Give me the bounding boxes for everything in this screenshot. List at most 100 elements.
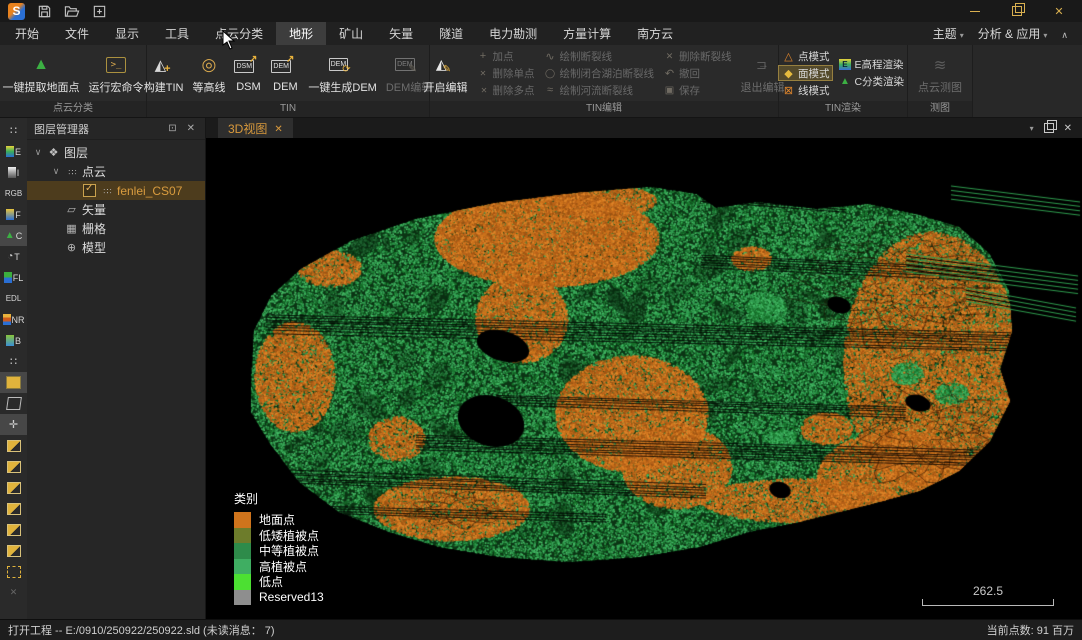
- tool-pan-hand[interactable]: ✛: [0, 414, 27, 435]
- delete-single-point-button[interactable]: 删除单点: [473, 65, 539, 81]
- analysis-apps-menu[interactable]: 分析 & 应用: [972, 24, 1054, 43]
- tab-mining[interactable]: 矿山: [326, 22, 376, 45]
- tab-vector[interactable]: 矢量: [376, 22, 426, 45]
- tab-list-dropdown-icon[interactable]: [1030, 123, 1034, 134]
- close-icon: [1054, 5, 1063, 18]
- tree-item-pointcloud[interactable]: ∨ 点云: [27, 162, 205, 181]
- tab-power-survey[interactable]: 电力勘测: [476, 22, 550, 45]
- undo-button[interactable]: 撤回: [659, 65, 736, 81]
- save-icon[interactable]: [37, 4, 52, 19]
- draw-river-breakline-button[interactable]: 绘制河流断裂线: [540, 82, 659, 98]
- build-tin-button[interactable]: 构建TIN: [140, 46, 188, 100]
- collapse-ribbon-button[interactable]: [1055, 26, 1074, 42]
- expander-icon[interactable]: ∨: [51, 166, 61, 177]
- view-cube-bottom[interactable]: [0, 456, 27, 477]
- tool-perspective[interactable]: [0, 393, 27, 414]
- legend-label: 低矮植被点: [259, 527, 319, 544]
- render-mode-fl[interactable]: FL: [0, 267, 27, 288]
- generate-dem-button[interactable]: 一键生成DEM: [304, 46, 380, 100]
- draw-lake-breakline-button[interactable]: 绘制闭合湖泊断裂线: [540, 65, 659, 81]
- theme-menu[interactable]: 主题: [927, 24, 970, 43]
- open-folder-icon[interactable]: [64, 4, 80, 19]
- run-macro-button[interactable]: 运行宏命令: [85, 46, 148, 100]
- small-button-icon: [663, 85, 676, 96]
- restore-button[interactable]: [1002, 0, 1032, 22]
- view-tab-bar: 3D视图: [206, 118, 1082, 138]
- status-bar: 打开工程 -- E:/0910/250922/250922.sld (未读消息：…: [0, 619, 1082, 640]
- new-project-icon[interactable]: [92, 4, 107, 19]
- expander-icon[interactable]: ∨: [33, 147, 43, 158]
- face-mode-button[interactable]: 面模式: [778, 65, 834, 81]
- delete-multi-points-button[interactable]: 删除多点: [473, 82, 539, 98]
- classification-render-button[interactable]: C分类渲染: [834, 74, 908, 90]
- point-mode-button[interactable]: 点模式: [778, 48, 834, 64]
- pin-icon[interactable]: [165, 123, 179, 134]
- render-toolbar: ∷ E I RGB F C: [0, 118, 27, 619]
- panel-close-icon[interactable]: [184, 123, 198, 134]
- tab-close-icon[interactable]: [274, 121, 282, 135]
- points-mini-icon-2[interactable]: ∷: [0, 351, 27, 372]
- draw-breakline-button[interactable]: 绘制断裂线: [540, 48, 659, 64]
- extract-ground-points-button[interactable]: 一键提取地面点: [0, 46, 84, 100]
- tab-pointcloud-classify[interactable]: 点云分类: [202, 22, 276, 45]
- tree-item-icon: [65, 166, 78, 178]
- dsm-button[interactable]: DSM: [230, 46, 266, 100]
- render-mode-f[interactable]: F: [0, 204, 27, 225]
- pointcloud-canvas[interactable]: [206, 138, 1082, 619]
- ribbon-group-label: 测图: [908, 101, 972, 117]
- tree-item-vector[interactable]: 矢量: [27, 200, 205, 219]
- render-mode-nr[interactable]: NR: [0, 309, 27, 330]
- render-mode-b[interactable]: B: [0, 330, 27, 351]
- small-button-icon: [477, 69, 490, 78]
- legend-item: 中等植被点: [234, 543, 324, 559]
- view-close-icon[interactable]: [1064, 123, 1072, 134]
- delete-breakline-button[interactable]: 删除断裂线: [659, 48, 736, 64]
- tree-item-model[interactable]: 模型: [27, 238, 205, 257]
- close-button[interactable]: [1044, 0, 1074, 22]
- start-edit-icon: [434, 51, 458, 78]
- pointcloud-mapping-button[interactable]: 点云测图: [914, 46, 966, 100]
- tab-file[interactable]: 文件: [52, 22, 102, 45]
- view-cube-right[interactable]: [0, 540, 27, 561]
- tree-item-layers[interactable]: ∨ 图层: [27, 143, 205, 162]
- render-mode-rgb[interactable]: RGB: [0, 183, 27, 204]
- save-button[interactable]: 保存: [659, 82, 736, 98]
- view-zoom-extent[interactable]: [0, 561, 27, 582]
- tab-3d-view[interactable]: 3D视图: [218, 118, 293, 138]
- minimize-button[interactable]: [960, 0, 990, 22]
- dem-button[interactable]: DEM: [267, 46, 303, 100]
- ribbon-button-icon: [104, 51, 128, 78]
- layer-tree: ∨ 图层 ∨ 点云: [27, 140, 205, 257]
- line-mode-button[interactable]: 线模式: [778, 82, 834, 98]
- start-edit-button[interactable]: 开启编辑: [420, 46, 472, 100]
- view-cube-left[interactable]: [0, 519, 27, 540]
- contour-button[interactable]: 等高线: [188, 46, 229, 100]
- view-cube-front[interactable]: [0, 477, 27, 498]
- elevation-render-button[interactable]: E高程渲染: [834, 57, 908, 73]
- tab-south-cloud[interactable]: 南方云: [624, 22, 686, 45]
- float-window-icon[interactable]: [1044, 123, 1054, 133]
- render-mode-classification[interactable]: C: [0, 225, 27, 246]
- tree-item-raster[interactable]: 栅格: [27, 219, 205, 238]
- view-cube-top[interactable]: [0, 435, 27, 456]
- layer-checkbox[interactable]: [83, 184, 96, 197]
- tab-volume-calc[interactable]: 方量计算: [550, 22, 624, 45]
- add-point-button[interactable]: 加点: [473, 48, 539, 64]
- render-mode-elevation[interactable]: E: [0, 141, 27, 162]
- tab-terrain[interactable]: 地形: [276, 22, 326, 45]
- tab-start[interactable]: 开始: [2, 22, 52, 45]
- tab-tunnel[interactable]: 隧道: [426, 22, 476, 45]
- tool-box-select[interactable]: [0, 372, 27, 393]
- tab-display[interactable]: 显示: [102, 22, 152, 45]
- render-mode-intensity[interactable]: I: [0, 162, 27, 183]
- points-mini-icon[interactable]: ∷: [0, 120, 27, 141]
- tool-close[interactable]: ✕: [0, 582, 27, 603]
- tree-item-fenlei-cs07[interactable]: fenlei_CS07: [27, 181, 205, 200]
- ribbon-group-mapping: 点云测图 测图: [908, 45, 973, 117]
- render-mode-edl[interactable]: EDL: [0, 288, 27, 309]
- ribbon-button-icon: [329, 51, 357, 78]
- legend-swatch: [234, 528, 251, 544]
- tab-tools[interactable]: 工具: [152, 22, 202, 45]
- render-mode-time[interactable]: T: [0, 246, 27, 267]
- view-cube-back[interactable]: [0, 498, 27, 519]
